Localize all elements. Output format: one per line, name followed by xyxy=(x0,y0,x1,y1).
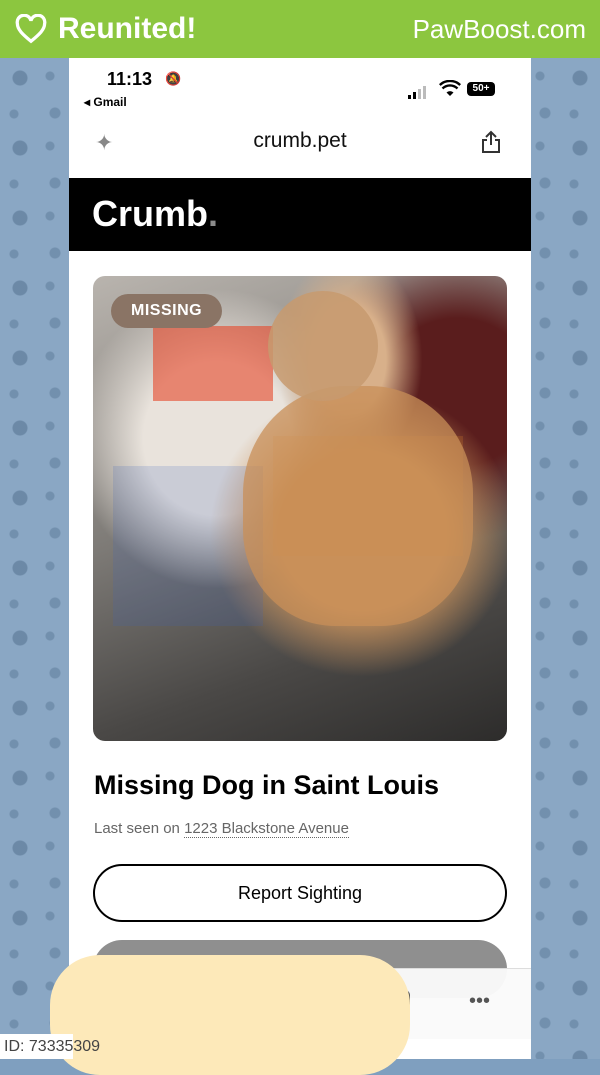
crumb-logo[interactable]: Crumb. xyxy=(92,193,218,235)
listing-title: Missing Dog in Saint Louis xyxy=(94,770,440,800)
bell-muted-icon: 🔕 xyxy=(165,71,182,86)
missing-badge: MISSING xyxy=(111,294,223,328)
decorative-blob xyxy=(50,955,410,1075)
more-icon[interactable]: ••• xyxy=(469,991,490,1011)
wifi-icon xyxy=(439,80,461,96)
last-seen-prefix: Last seen on xyxy=(94,820,180,837)
status-bar: 11:13 🔕 ◂ Gmail 50+ xyxy=(69,58,531,118)
signal-icon xyxy=(408,86,426,99)
dog-body xyxy=(243,386,473,626)
photo-overlay xyxy=(153,326,273,401)
banner-brand: PawBoost.com xyxy=(412,13,586,44)
battery-indicator: 50+ xyxy=(467,82,495,96)
url-text[interactable]: crumb.pet xyxy=(69,129,531,153)
logo-dot: . xyxy=(208,193,219,234)
last-seen: Last seen on 1223 Blackstone Avenue xyxy=(94,820,349,838)
banner-left: Reunited! xyxy=(14,12,196,46)
last-seen-location[interactable]: 1223 Blackstone Avenue xyxy=(184,820,349,838)
banner-title: Reunited! xyxy=(58,12,197,45)
photo-overlay xyxy=(113,466,263,626)
logo-text: Crumb xyxy=(92,193,208,234)
listing-id: ID: 73335309 xyxy=(0,1034,100,1059)
back-to-gmail[interactable]: ◂ Gmail xyxy=(84,95,127,109)
status-time: 11:13 xyxy=(107,69,153,89)
phone-screenshot: 11:13 🔕 ◂ Gmail 50+ ✦ crumb.pet Crumb. M… xyxy=(69,58,531,1059)
heart-icon xyxy=(15,14,47,44)
dog-head xyxy=(268,291,378,401)
site-header: Crumb. xyxy=(69,178,531,251)
reunited-banner: Reunited! PawBoost.com xyxy=(0,0,600,58)
pet-photo: MISSING xyxy=(93,276,507,741)
report-sighting-button[interactable]: Report Sighting xyxy=(93,864,507,922)
share-icon[interactable] xyxy=(481,130,501,154)
